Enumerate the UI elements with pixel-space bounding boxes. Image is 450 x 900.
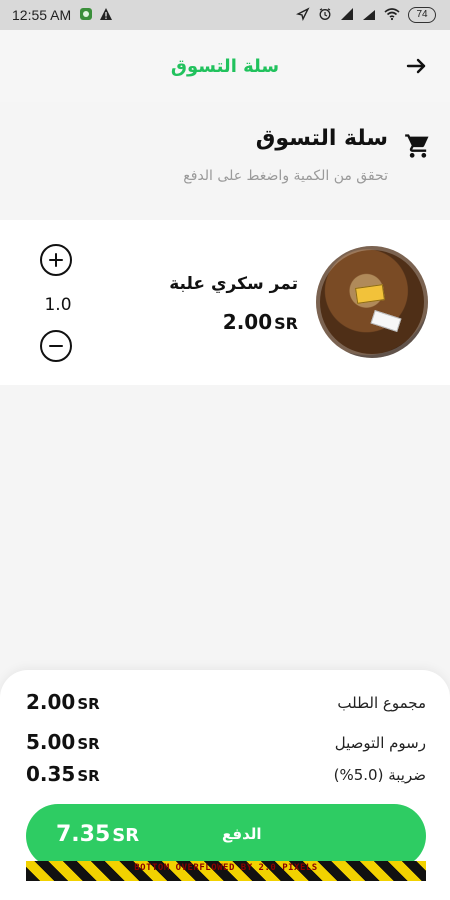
summary-row-delivery: رسوم التوصيل 5.00 SR bbox=[0, 728, 450, 758]
quantity-stepper: 1.0 bbox=[36, 242, 80, 364]
overflow-warning-text: BOTTOM OVERFLOWED BY 2.0 PIXELS bbox=[134, 863, 318, 873]
summary-delivery-currency: SR bbox=[77, 735, 100, 753]
arrow-right-icon bbox=[406, 58, 426, 74]
summary-tax-currency: SR bbox=[77, 767, 100, 785]
quantity-decrease-button[interactable] bbox=[40, 330, 72, 362]
status-right-icons: 74 bbox=[295, 6, 436, 24]
quantity-increase-button[interactable] bbox=[40, 244, 72, 276]
pay-button-label: الدفع bbox=[222, 825, 262, 843]
summary-row-value: 5.00 SR bbox=[26, 730, 100, 754]
summary-row-label: رسوم التوصيل bbox=[334, 734, 426, 752]
summary-row-label: ضريبة (5.0%) bbox=[333, 766, 426, 784]
cart-header: سلة التسوق تحقق من الكمية واضغط على الدف… bbox=[0, 102, 450, 220]
summary-tax-value: 0.35 bbox=[26, 762, 76, 786]
page-title: سلة التسوق bbox=[255, 126, 388, 151]
summary-row-value: 0.35 SR bbox=[26, 762, 100, 786]
product-price-value: 2.00 bbox=[222, 310, 273, 334]
app-notification-icon bbox=[79, 7, 93, 24]
pay-button[interactable]: 7.35 SR الدفع bbox=[26, 804, 426, 868]
summary-delivery-value: 5.00 bbox=[26, 730, 76, 754]
cart-item: تمر سكري علبة 2.00 SR 1.0 bbox=[0, 220, 450, 385]
warning-icon bbox=[99, 7, 113, 24]
battery-icon: 74 bbox=[408, 7, 436, 23]
product-price-sticker bbox=[370, 310, 402, 332]
summary-row-subtotal: مجموع الطلب 2.00 SR bbox=[0, 688, 450, 718]
summary-subtotal-value: 2.00 bbox=[26, 690, 76, 714]
product-name: تمر سكري علبة bbox=[169, 274, 298, 294]
back-button[interactable] bbox=[400, 50, 432, 82]
signal-icon bbox=[340, 7, 354, 24]
status-bar: 12:55 AM 74 bbox=[0, 0, 450, 30]
summary-row-label: مجموع الطلب bbox=[337, 694, 426, 712]
signal-icon bbox=[362, 7, 376, 24]
product-price: 2.00 SR bbox=[223, 310, 298, 334]
shopping-cart-icon bbox=[404, 132, 432, 160]
app-bar: سلة التسوق bbox=[0, 30, 450, 102]
product-price-currency: SR bbox=[274, 314, 298, 333]
status-left-icons bbox=[79, 7, 113, 24]
summary-subtotal-currency: SR bbox=[77, 695, 100, 713]
page-subtitle: تحقق من الكمية واضغط على الدفع bbox=[183, 168, 388, 184]
wifi-icon bbox=[384, 7, 400, 24]
overflow-warning-bar: BOTTOM OVERFLOWED BY 2.0 PIXELS bbox=[26, 861, 426, 881]
product-image bbox=[316, 246, 428, 358]
pay-total-currency: SR bbox=[112, 825, 140, 846]
battery-percent: 74 bbox=[416, 9, 428, 20]
summary-row-value: 2.00 SR bbox=[26, 690, 100, 714]
alarm-icon bbox=[318, 7, 332, 24]
pay-total: 7.35 SR bbox=[56, 822, 139, 847]
location-icon bbox=[295, 6, 310, 24]
app-bar-title: سلة التسوق bbox=[170, 55, 280, 77]
pay-total-value: 7.35 bbox=[56, 822, 111, 847]
quantity-value: 1.0 bbox=[44, 295, 72, 315]
status-time: 12:55 AM bbox=[12, 7, 72, 23]
product-label-sticker bbox=[355, 284, 385, 304]
summary-row-tax: ضريبة (5.0%) 0.35 SR bbox=[0, 760, 450, 790]
order-summary: مجموع الطلب 2.00 SR رسوم التوصيل 5.00 SR ض… bbox=[0, 670, 450, 900]
